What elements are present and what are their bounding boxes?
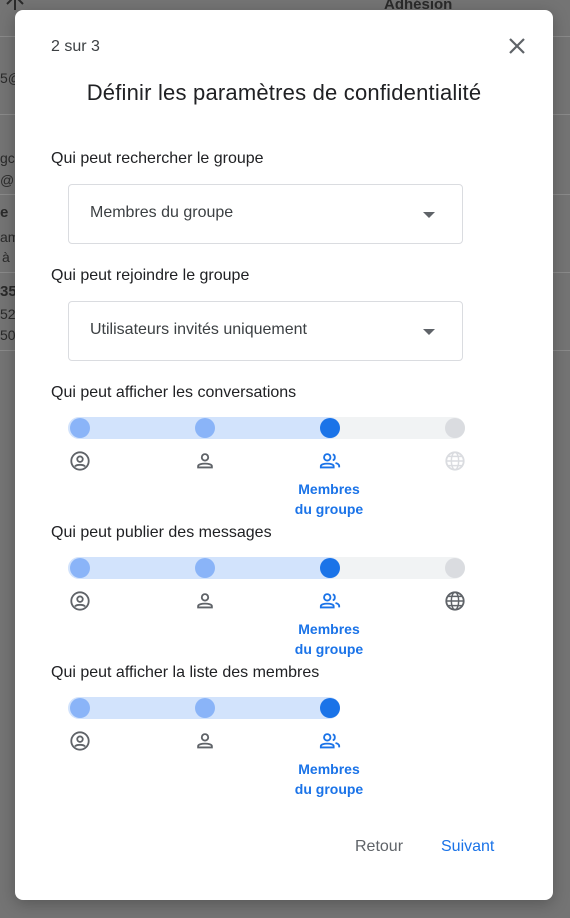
slider-stop-person[interactable] bbox=[195, 558, 215, 578]
owner-icon bbox=[70, 591, 90, 611]
view-conversations-label: Qui peut afficher les conversations bbox=[51, 384, 297, 401]
privacy-settings-dialog: 2 sur 3 Définir les paramètres de confid… bbox=[15, 10, 553, 900]
slider-stop-group[interactable] bbox=[320, 418, 340, 438]
dropdown-arrow-icon bbox=[423, 212, 435, 218]
slider-stop-group[interactable] bbox=[320, 558, 340, 578]
owner-icon bbox=[70, 451, 90, 471]
selected-option-label-line2: du groupe bbox=[294, 781, 364, 797]
selected-option-label: Membres du groupe bbox=[279, 479, 379, 519]
step-indicator: 2 sur 3 bbox=[51, 38, 100, 55]
person-icon bbox=[197, 593, 213, 609]
slider-stop-person[interactable] bbox=[195, 418, 215, 438]
selected-option-label: Membres du groupe bbox=[279, 619, 379, 659]
globe-icon bbox=[445, 451, 465, 471]
slider-stop-public[interactable] bbox=[445, 558, 465, 578]
view-members-slider[interactable] bbox=[68, 697, 340, 719]
selected-option-label: Membres du groupe bbox=[279, 759, 379, 799]
bg-fragment: 50 bbox=[0, 327, 16, 343]
bg-fragment: e bbox=[0, 204, 9, 221]
globe-icon bbox=[445, 591, 465, 611]
bg-fragment: gc bbox=[0, 150, 15, 166]
owner-icon bbox=[70, 731, 90, 751]
selected-option-label-line1: Membres bbox=[298, 761, 360, 777]
person-icon bbox=[197, 733, 213, 749]
slider-stop-owner[interactable] bbox=[70, 558, 90, 578]
group-icon bbox=[319, 733, 341, 749]
slider-stop-owner[interactable] bbox=[70, 698, 90, 718]
next-button[interactable]: Suivant bbox=[441, 838, 494, 856]
bg-fragment: @ bbox=[0, 172, 15, 188]
view-conversations-slider[interactable] bbox=[68, 417, 465, 439]
dialog-title: Définir les paramètres de confidentialit… bbox=[86, 80, 482, 105]
join-select-value: Utilisateurs invités uniquement bbox=[90, 321, 307, 338]
selected-option-label-line2: du groupe bbox=[294, 641, 364, 657]
bg-fragment: 52 bbox=[0, 306, 16, 322]
slider-stop-group[interactable] bbox=[320, 698, 340, 718]
slider-stop-public[interactable] bbox=[445, 418, 465, 438]
join-label: Qui peut rejoindre le groupe bbox=[51, 267, 250, 284]
selected-option-label-line1: Membres bbox=[298, 621, 360, 637]
search-label: Qui peut rechercher le groupe bbox=[51, 150, 264, 167]
person-icon bbox=[197, 453, 213, 469]
view-members-label: Qui peut afficher la liste des membres bbox=[51, 664, 320, 681]
close-button[interactable] bbox=[505, 34, 529, 58]
arrow-up-icon bbox=[6, 0, 24, 10]
search-select[interactable]: Membres du groupe bbox=[68, 184, 463, 244]
group-icon bbox=[319, 453, 341, 469]
post-messages-slider[interactable] bbox=[68, 557, 465, 579]
close-icon bbox=[509, 38, 525, 54]
dropdown-arrow-icon bbox=[423, 329, 435, 335]
back-button[interactable]: Retour bbox=[355, 838, 403, 856]
slider-stop-person[interactable] bbox=[195, 698, 215, 718]
selected-option-label-line1: Membres bbox=[298, 481, 360, 497]
group-icon bbox=[319, 593, 341, 609]
selected-option-label-line2: du groupe bbox=[294, 501, 364, 517]
bg-fragment: à bbox=[2, 249, 10, 265]
join-select[interactable]: Utilisateurs invités uniquement bbox=[68, 301, 463, 361]
search-select-value: Membres du groupe bbox=[90, 204, 234, 221]
slider-stop-owner[interactable] bbox=[70, 418, 90, 438]
post-messages-label: Qui peut publier des messages bbox=[51, 524, 272, 541]
